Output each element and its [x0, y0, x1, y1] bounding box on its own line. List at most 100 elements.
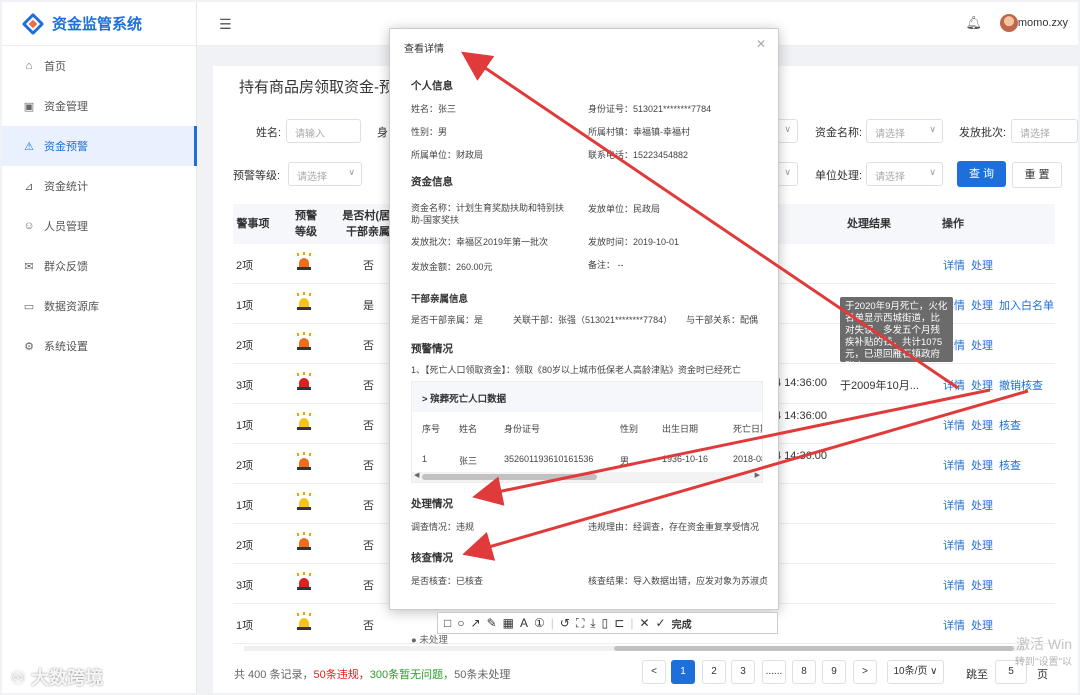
action-link[interactable]: 详情	[943, 620, 965, 632]
action-link[interactable]: 处理	[971, 380, 993, 392]
sub-cell: 1	[422, 454, 428, 464]
cancel-icon[interactable]: ✕	[639, 616, 649, 630]
action-link[interactable]: 处理	[971, 540, 993, 552]
username[interactable]: momo.zxy	[1018, 17, 1068, 29]
next-page-button[interactable]: >	[853, 660, 877, 684]
number-tool-icon[interactable]: ①	[534, 616, 545, 630]
bookmark-icon[interactable]: ⊏	[614, 616, 624, 630]
page-button[interactable]: 2	[702, 660, 726, 684]
village-cell: 否	[363, 540, 374, 552]
action-link[interactable]: 详情	[943, 540, 965, 552]
fund-name-select[interactable]: 请选择 ∨	[866, 119, 943, 143]
detail-modal: 查看详情 ✕ 个人信息 姓名：张三 身份证号：513021********778…	[389, 28, 779, 610]
action-link[interactable]: 核查	[999, 460, 1021, 472]
total-count: 共 400 条记录，	[234, 669, 314, 681]
jump-label: 跳至	[966, 669, 988, 681]
pin-icon[interactable]: ▯	[602, 616, 609, 630]
crop-icon[interactable]: ⛶	[576, 616, 584, 631]
settings-icon: ⚙	[24, 340, 34, 353]
logo[interactable]: 资金监管系统	[2, 2, 196, 46]
row-actions: 详情 处理	[943, 537, 999, 553]
mosaic-tool-icon[interactable]: ▦	[503, 616, 514, 630]
close-icon[interactable]: ✕	[756, 37, 766, 51]
page-button[interactable]: 8	[792, 660, 816, 684]
person-phone: 联系电话：15223454882	[588, 150, 689, 160]
action-link[interactable]: 处理	[971, 260, 993, 272]
action-link[interactable]: 处理	[971, 500, 993, 512]
page-button[interactable]: ......	[762, 660, 786, 684]
check-heading: 核查情况	[411, 552, 453, 564]
matters-cell: 2项	[236, 540, 254, 552]
result-cell[interactable]: 于2009年10月...	[840, 377, 919, 393]
village-cell: 否	[363, 580, 374, 592]
done-button[interactable]: 完成	[672, 616, 692, 631]
arrow-tool-icon[interactable]: ↗	[471, 616, 481, 630]
sidebar-item[interactable]: ☺ 人员管理	[2, 206, 196, 246]
sub-col-name: 姓名	[459, 424, 478, 434]
chevron-down-icon: ∨	[929, 124, 936, 134]
warning-heading: 预警情况	[411, 343, 453, 355]
action-link[interactable]: 处理	[971, 300, 993, 312]
sub-cell: 1936-10-16	[662, 454, 709, 464]
fund-name-label: 资金名称:	[815, 127, 863, 139]
action-link[interactable]: 处理	[971, 620, 993, 632]
time-cell: 4 14:36:00	[775, 377, 827, 389]
pen-tool-icon[interactable]: ✎	[487, 616, 497, 630]
page-size-select[interactable]: 10条/页 ∨	[887, 660, 944, 684]
page-button[interactable]: 3	[731, 660, 755, 684]
action-link[interactable]: 处理	[971, 420, 993, 432]
alarm-icon	[296, 412, 312, 431]
sidebar-item[interactable]: ✉ 群众反馈	[2, 246, 196, 286]
death-data-title[interactable]: > 殡葬死亡人口数据	[412, 382, 762, 412]
sidebar-item-label: 资金统计	[44, 181, 88, 193]
ellipse-tool-icon[interactable]: ○	[457, 616, 464, 630]
reset-button[interactable]: 重 置	[1012, 162, 1062, 188]
check-result: 核查结果：导入数据出错，应发对象为苏淑贞	[588, 576, 769, 586]
batch-select[interactable]: 请选择	[1011, 119, 1078, 143]
sidebar-item[interactable]: ▣ 资金管理	[2, 86, 196, 126]
action-link[interactable]: 详情	[943, 420, 965, 432]
action-link[interactable]: 详情	[943, 380, 965, 392]
row-actions: 详情 处理	[943, 497, 999, 513]
action-link[interactable]: 处理	[971, 580, 993, 592]
sidebar-item[interactable]: ⚙ 系统设置	[2, 326, 196, 366]
action-link[interactable]: 加入白名单	[999, 300, 1054, 312]
text-tool-icon[interactable]: A	[520, 616, 528, 630]
table-hscroll[interactable]	[234, 644, 1034, 652]
action-link[interactable]: 核查	[999, 420, 1021, 432]
village-cell: 否	[363, 340, 374, 352]
undo-icon[interactable]: ↺	[560, 616, 570, 630]
query-button[interactable]: 查 询	[957, 161, 1006, 187]
sidebar-item[interactable]: ⌂ 首页	[2, 46, 196, 86]
bell-icon[interactable]: 🔔︎	[965, 15, 982, 31]
action-link[interactable]: 详情	[943, 460, 965, 472]
rectangle-tool-icon[interactable]: □	[444, 616, 451, 630]
page-button[interactable]: 1	[671, 660, 695, 684]
confirm-icon[interactable]: ✓	[656, 616, 666, 630]
sub-table-scrollbar[interactable]: ◀ ▶	[412, 472, 762, 482]
matters-cell: 1项	[236, 300, 254, 312]
avatar[interactable]	[1000, 14, 1018, 32]
row-actions: 详情 处理 核查	[943, 457, 1027, 473]
page-button[interactable]: 9	[822, 660, 846, 684]
sidebar-item[interactable]: ⊿ 资金统计	[2, 166, 196, 206]
action-link[interactable]: 详情	[943, 500, 965, 512]
action-link[interactable]: 处理	[971, 460, 993, 472]
menu-toggle-icon[interactable]: ☰	[219, 16, 232, 33]
sidebar-item[interactable]: ▭ 数据资源库	[2, 286, 196, 326]
row-actions: 详情 处理 撤销核查	[943, 377, 1049, 393]
prev-page-button[interactable]: <	[642, 660, 666, 684]
sidebar-item[interactable]: ⚠ 资金预警	[2, 126, 197, 166]
sidebar-item-label: 群众反馈	[44, 261, 88, 273]
name-input[interactable]: 请输入	[286, 119, 361, 143]
download-icon[interactable]: ⤓	[590, 616, 595, 631]
action-link[interactable]: 撤销核查	[999, 380, 1043, 392]
action-link[interactable]: 详情	[943, 260, 965, 272]
unit-select[interactable]: 请选择 ∨	[866, 162, 943, 186]
level-select[interactable]: 请选择 ∨	[288, 162, 362, 186]
matters-cell: 3项	[236, 580, 254, 592]
alarm-icon	[296, 532, 312, 551]
action-link[interactable]: 处理	[971, 340, 993, 352]
sidebar-item-label: 数据资源库	[44, 301, 99, 313]
action-link[interactable]: 详情	[943, 580, 965, 592]
